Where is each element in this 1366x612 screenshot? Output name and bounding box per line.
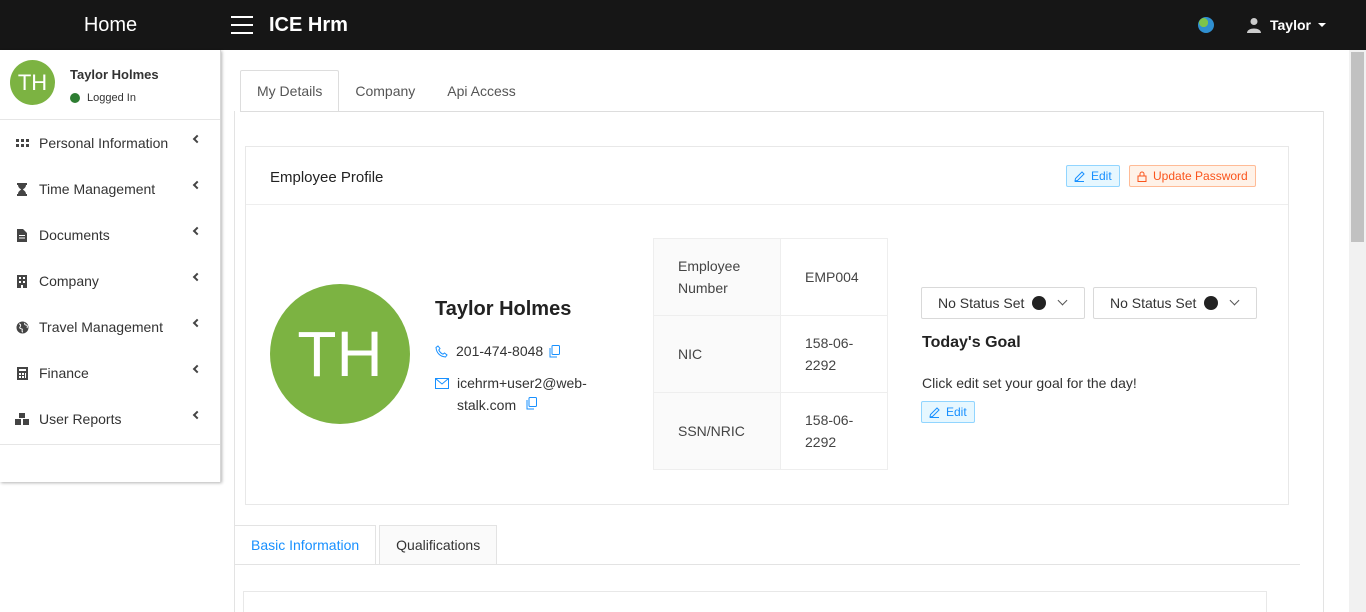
sidebar-item-finance[interactable]: Finance [0, 350, 220, 396]
pencil-icon [1074, 170, 1085, 182]
sidebar-item-documents[interactable]: Documents [0, 212, 220, 258]
id-label: SSN/NRIC [653, 392, 781, 470]
user-menu-label: Taylor [1270, 17, 1311, 33]
profile-card-title: Employee Profile [270, 169, 384, 186]
id-value: 158-06-2292 [780, 392, 888, 470]
sidebar-item-label: Travel Management [39, 319, 163, 335]
update-password-button[interactable]: Update Password [1129, 165, 1256, 187]
avatar: TH [10, 60, 55, 105]
chevron-down-icon [1057, 295, 1068, 306]
sidebar-item-travel-management[interactable]: Travel Management [0, 304, 220, 350]
sidebar-item-label: Time Management [39, 181, 156, 197]
online-status: Logged In [70, 92, 136, 104]
basic-information-card [243, 591, 1267, 612]
scrollbar-thumb[interactable] [1351, 52, 1364, 242]
employee-profile-card: Employee Profile Edit Update Password TH… [245, 146, 1289, 505]
id-value: EMP004 [780, 238, 888, 316]
language-globe-icon[interactable] [1198, 17, 1214, 33]
online-dot-icon [70, 93, 80, 103]
todays-goal-title: Today's Goal [922, 334, 1021, 351]
edit-button-label: Edit [1091, 169, 1112, 183]
sidebar: TH Taylor Holmes Logged In Personal Info… [0, 50, 221, 482]
status-select-value: No Status Set [938, 295, 1025, 311]
sidebar-item-label: Company [39, 273, 99, 289]
user-menu-dropdown[interactable]: Taylor [1246, 17, 1326, 33]
section-tabs-divider [234, 564, 1300, 565]
sidebar-item-label: Finance [39, 365, 89, 381]
chevron-left-icon [192, 410, 202, 420]
phone-number: 201-474-8048 [456, 343, 544, 359]
profile-section-tabs: Basic Information Qualifications [234, 525, 500, 565]
top-navbar: Home ICE Hrm Taylor [0, 0, 1366, 50]
tab-qualifications[interactable]: Qualifications [379, 525, 498, 565]
home-link[interactable]: Home [0, 0, 221, 50]
app-title: ICE Hrm [269, 14, 348, 36]
tab-my-details[interactable]: My Details [240, 70, 340, 112]
todays-goal-text: Click edit set your goal for the day! [922, 375, 1137, 391]
table-row: NIC 158-06-2292 [653, 315, 888, 393]
tab-api-access[interactable]: Api Access [431, 70, 531, 111]
tab-company[interactable]: Company [339, 70, 431, 111]
sidebar-item-user-reports[interactable]: User Reports [0, 396, 220, 442]
cubes-icon [15, 412, 29, 426]
hamburger-menu-icon[interactable] [231, 16, 253, 34]
calculator-icon [15, 366, 29, 380]
id-label: Employee Number [653, 238, 781, 316]
sidebar-user-panel: TH Taylor Holmes Logged In [0, 50, 220, 120]
table-row: Employee Number EMP004 [653, 238, 888, 316]
sidebar-divider [0, 444, 220, 445]
edit-goal-label: Edit [946, 405, 967, 419]
status-dot-icon [1204, 296, 1219, 310]
phone-icon [435, 344, 448, 358]
sidebar-item-label: User Reports [39, 411, 122, 427]
building-icon [15, 274, 29, 288]
chevron-left-icon [192, 180, 202, 190]
sidebar-item-label: Personal Information [39, 135, 169, 151]
caret-down-icon [1317, 23, 1326, 27]
page-scrollbar[interactable] [1349, 50, 1366, 612]
globe-icon [15, 320, 29, 334]
main-tabs: My Details Company Api Access [240, 70, 532, 112]
update-password-label: Update Password [1153, 169, 1248, 183]
sidebar-user-name: Taylor Holmes [70, 67, 159, 82]
hourglass-icon [15, 182, 29, 196]
profile-card-header: Employee Profile Edit Update Password [246, 147, 1288, 205]
sidebar-item-company[interactable]: Company [0, 258, 220, 304]
employee-phone: 201-474-8048 [435, 343, 561, 359]
lock-icon [1137, 171, 1147, 182]
status-select-2[interactable]: No Status Set [1093, 287, 1257, 319]
grid-icon [15, 136, 29, 150]
status-dot-icon [1032, 296, 1047, 310]
id-value: 158-06-2292 [780, 315, 888, 393]
employee-email: icehrm+user2@web-stalk.com [435, 372, 607, 416]
id-label: NIC [653, 315, 781, 393]
mail-icon [435, 378, 449, 389]
chevron-left-icon [192, 318, 202, 328]
sidebar-item-label: Documents [39, 227, 110, 243]
chevron-left-icon [192, 364, 202, 374]
status-select-value: No Status Set [1110, 295, 1197, 311]
edit-goal-button[interactable]: Edit [921, 401, 975, 423]
chevron-left-icon [192, 134, 202, 144]
document-icon [15, 228, 29, 242]
copy-icon[interactable] [549, 344, 561, 358]
employee-id-table: Employee Number EMP004 NIC 158-06-2292 S… [653, 238, 888, 470]
table-row: SSN/NRIC 158-06-2292 [653, 392, 888, 470]
chevron-left-icon [192, 272, 202, 282]
email-address: icehrm+user2@web-stalk.com [457, 375, 587, 413]
status-select-1[interactable]: No Status Set [921, 287, 1085, 319]
employee-name: Taylor Holmes [435, 298, 572, 320]
online-status-label: Logged In [87, 92, 136, 104]
pencil-icon [929, 406, 940, 418]
profile-avatar: TH [270, 284, 410, 424]
sidebar-item-time-management[interactable]: Time Management [0, 166, 220, 212]
chevron-down-icon [1229, 295, 1240, 306]
chevron-left-icon [192, 226, 202, 236]
edit-profile-button[interactable]: Edit [1066, 165, 1120, 187]
sidebar-item-personal-information[interactable]: Personal Information [0, 120, 220, 166]
copy-icon[interactable] [526, 397, 538, 410]
user-icon [1247, 18, 1261, 33]
tab-basic-information[interactable]: Basic Information [234, 525, 377, 565]
